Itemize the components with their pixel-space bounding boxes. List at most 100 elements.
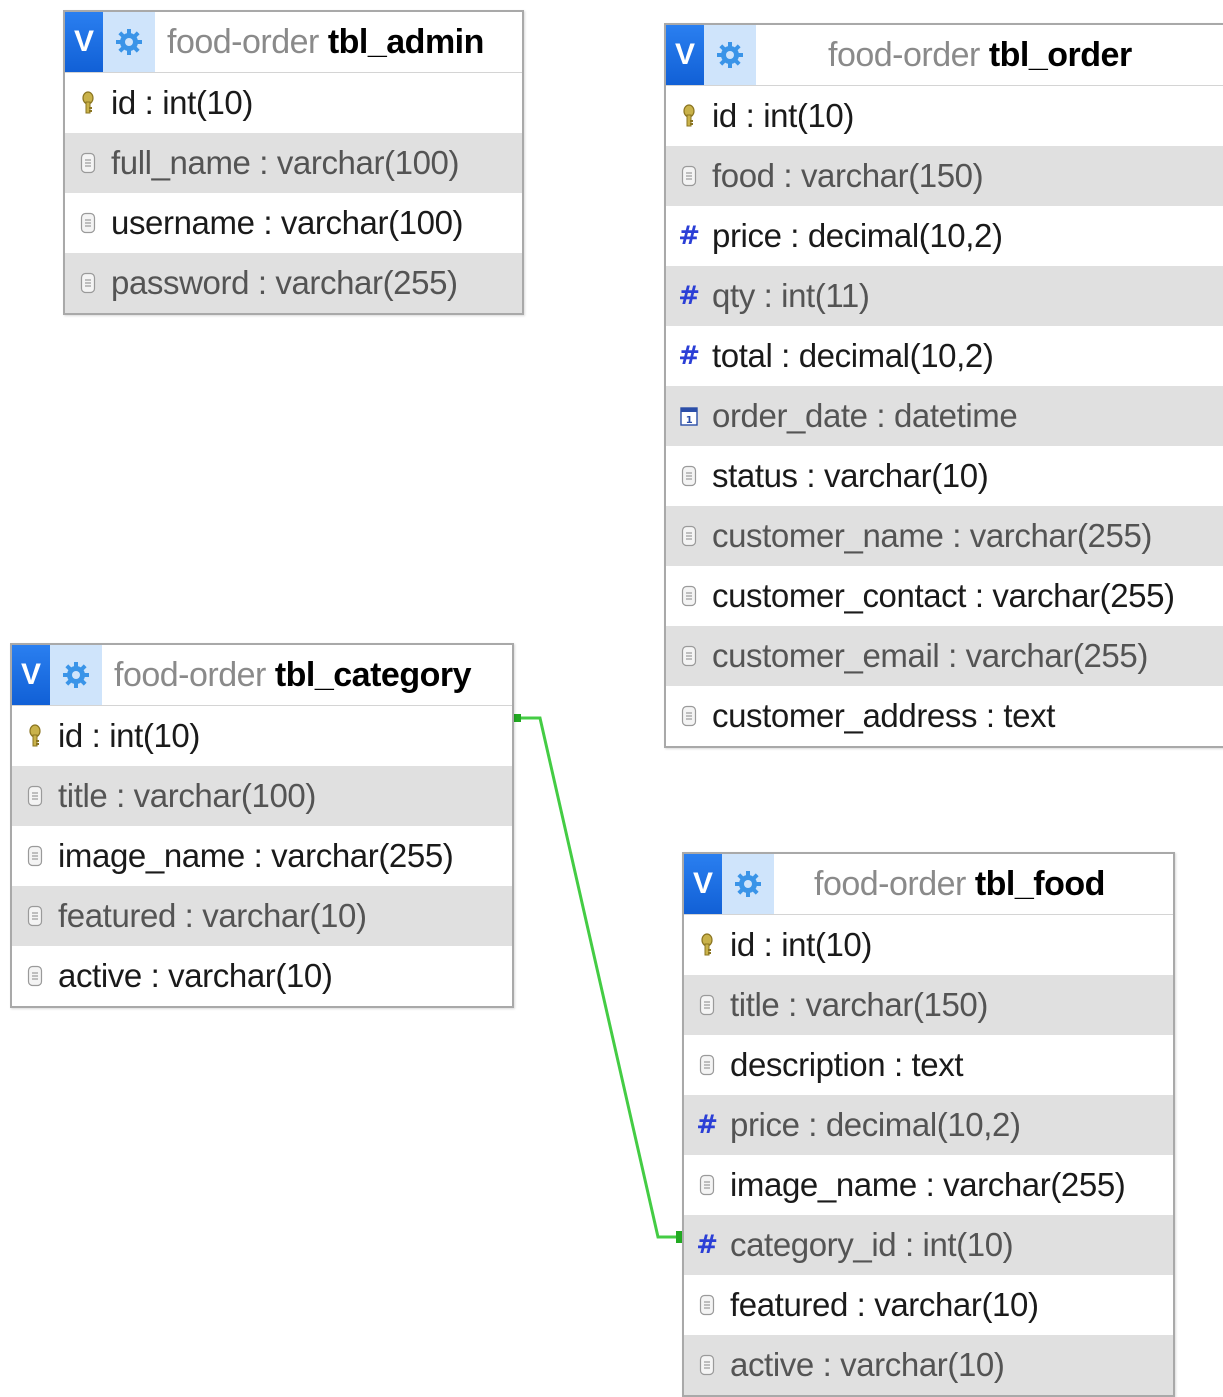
column-separator: : bbox=[896, 1226, 923, 1263]
column-row-featured[interactable]: featured : varchar(10) bbox=[12, 886, 512, 946]
datetime-column-icon: 1 bbox=[678, 401, 700, 431]
svg-text:1: 1 bbox=[686, 415, 693, 426]
column-row-customer-address[interactable]: customer_address : text bbox=[666, 686, 1223, 746]
column-row-customer-contact[interactable]: customer_contact : varchar(255) bbox=[666, 566, 1223, 626]
column-separator: : bbox=[977, 697, 1004, 734]
column-row-active[interactable]: active : varchar(10) bbox=[684, 1335, 1173, 1395]
column-separator: : bbox=[135, 84, 163, 121]
column-row-id[interactable]: id : int(10) bbox=[65, 73, 522, 133]
table-title: food-order tbl_admin bbox=[155, 23, 484, 62]
column-name: active bbox=[58, 957, 142, 994]
toggle-view-button[interactable]: V bbox=[12, 645, 50, 705]
column-row-total[interactable]: # total : decimal(10,2) bbox=[666, 326, 1223, 386]
gear-icon[interactable] bbox=[722, 854, 774, 914]
column-type: varchar(100) bbox=[276, 144, 460, 181]
column-name: customer_contact bbox=[712, 577, 967, 614]
gear-icon[interactable] bbox=[50, 645, 102, 705]
database-name: food-order bbox=[828, 35, 980, 74]
column-row-active[interactable]: active : varchar(10) bbox=[12, 946, 512, 1006]
column-name: price bbox=[712, 217, 782, 254]
column-separator: : bbox=[141, 957, 169, 994]
column-type: int(10) bbox=[763, 97, 854, 134]
text-column-icon bbox=[24, 961, 46, 991]
text-column-icon bbox=[678, 701, 700, 731]
column-row-id[interactable]: id : int(10) bbox=[12, 706, 512, 766]
column-name: price bbox=[730, 1106, 800, 1143]
database-name: food-order bbox=[114, 655, 266, 694]
text-column-icon bbox=[678, 461, 700, 491]
toggle-view-button[interactable]: V bbox=[666, 25, 704, 85]
column-row-status[interactable]: status : varchar(10) bbox=[666, 446, 1223, 506]
column-row-category-id[interactable]: # category_id : int(10) bbox=[684, 1215, 1173, 1275]
table-tbl-category[interactable]: V food-order tbl_category id : int(10) ti… bbox=[10, 643, 514, 1008]
column-row-image-name[interactable]: image_name : varchar(255) bbox=[12, 826, 512, 886]
column-row-image-name[interactable]: image_name : varchar(255) bbox=[684, 1155, 1173, 1215]
column-separator: : bbox=[779, 986, 806, 1023]
column-name: total bbox=[712, 337, 773, 374]
column-row-username[interactable]: username : varchar(100) bbox=[65, 193, 522, 253]
text-column-icon bbox=[696, 990, 718, 1020]
table-header[interactable]: V food-order tbl_admin bbox=[65, 12, 522, 73]
table-tbl-order[interactable]: V food-order tbl_order id : int(10) food … bbox=[664, 23, 1223, 748]
table-header[interactable]: V food-order tbl_category bbox=[12, 645, 512, 706]
toggle-view-button[interactable]: V bbox=[65, 12, 103, 72]
column-type: varchar(150) bbox=[800, 157, 984, 194]
text-column-icon bbox=[678, 581, 700, 611]
numeric-column-icon: # bbox=[678, 221, 700, 251]
column-type: varchar(150) bbox=[805, 986, 989, 1023]
column-separator: : bbox=[916, 1166, 944, 1203]
column-row-title[interactable]: title : varchar(100) bbox=[12, 766, 512, 826]
column-name: customer_address bbox=[712, 697, 978, 734]
gear-icon[interactable] bbox=[704, 25, 756, 85]
column-type: varchar(255) bbox=[992, 577, 1175, 614]
column-separator: : bbox=[254, 204, 281, 241]
column-row-price[interactable]: # price : decimal(10,2) bbox=[666, 206, 1223, 266]
column-row-id[interactable]: id : int(10) bbox=[684, 915, 1173, 975]
column-row-id[interactable]: id : int(10) bbox=[666, 86, 1223, 146]
column-separator: : bbox=[175, 897, 203, 934]
column-list: id : int(10) title : varchar(100) image_na… bbox=[12, 706, 512, 1006]
numeric-column-icon: # bbox=[696, 1230, 718, 1260]
text-column-icon bbox=[696, 1170, 718, 1200]
text-column-icon bbox=[77, 268, 99, 298]
table-name: tbl_category bbox=[274, 655, 472, 694]
column-row-price[interactable]: # price : decimal(10,2) bbox=[684, 1095, 1173, 1155]
column-separator: : bbox=[772, 337, 799, 374]
column-name: category_id bbox=[730, 1226, 897, 1263]
text-column-icon bbox=[24, 901, 46, 931]
table-header[interactable]: V food-order tbl_order bbox=[666, 25, 1223, 86]
column-row-customer-name[interactable]: customer_name : varchar(255) bbox=[666, 506, 1223, 566]
table-tbl-food[interactable]: V food-order tbl_food id : int(10) title … bbox=[682, 852, 1175, 1397]
column-type: varchar(255) bbox=[271, 837, 454, 874]
column-type: int(11) bbox=[781, 277, 870, 314]
column-row-featured[interactable]: featured : varchar(10) bbox=[684, 1275, 1173, 1335]
column-row-qty[interactable]: # qty : int(11) bbox=[666, 266, 1223, 326]
table-header[interactable]: V food-order tbl_food bbox=[684, 854, 1173, 915]
text-column-icon bbox=[24, 781, 46, 811]
column-separator: : bbox=[250, 144, 277, 181]
numeric-column-icon: # bbox=[678, 281, 700, 311]
toggle-view-button[interactable]: V bbox=[684, 854, 722, 914]
column-type: varchar(255) bbox=[969, 517, 1153, 554]
table-title: food-order tbl_category bbox=[102, 655, 472, 695]
column-row-full-name[interactable]: full_name : varchar(100) bbox=[65, 133, 522, 193]
column-separator: : bbox=[799, 1106, 826, 1143]
column-row-food[interactable]: food : varchar(150) bbox=[666, 146, 1223, 206]
column-row-password[interactable]: password : varchar(255) bbox=[65, 253, 522, 313]
column-row-description[interactable]: description : text bbox=[684, 1035, 1173, 1095]
column-row-order-date[interactable]: 1 order_date : datetime bbox=[666, 386, 1223, 446]
column-type: decimal(10,2) bbox=[807, 217, 1003, 254]
column-separator: : bbox=[754, 277, 782, 314]
text-column-icon bbox=[696, 1290, 718, 1320]
gear-icon[interactable] bbox=[103, 12, 155, 72]
relation-line-category-food[interactable] bbox=[515, 716, 684, 1239]
text-column-icon bbox=[77, 208, 99, 238]
column-separator: : bbox=[249, 264, 276, 301]
column-row-title[interactable]: title : varchar(150) bbox=[684, 975, 1173, 1035]
table-name: tbl_food bbox=[974, 864, 1106, 903]
table-name: tbl_order bbox=[988, 35, 1132, 74]
table-tbl-admin[interactable]: V food-order tbl_admin id : int(10) full_… bbox=[63, 10, 524, 315]
column-row-customer-email[interactable]: customer_email : varchar(255) bbox=[666, 626, 1223, 686]
column-type: decimal(10,2) bbox=[825, 1106, 1021, 1143]
column-name: id bbox=[111, 84, 136, 121]
